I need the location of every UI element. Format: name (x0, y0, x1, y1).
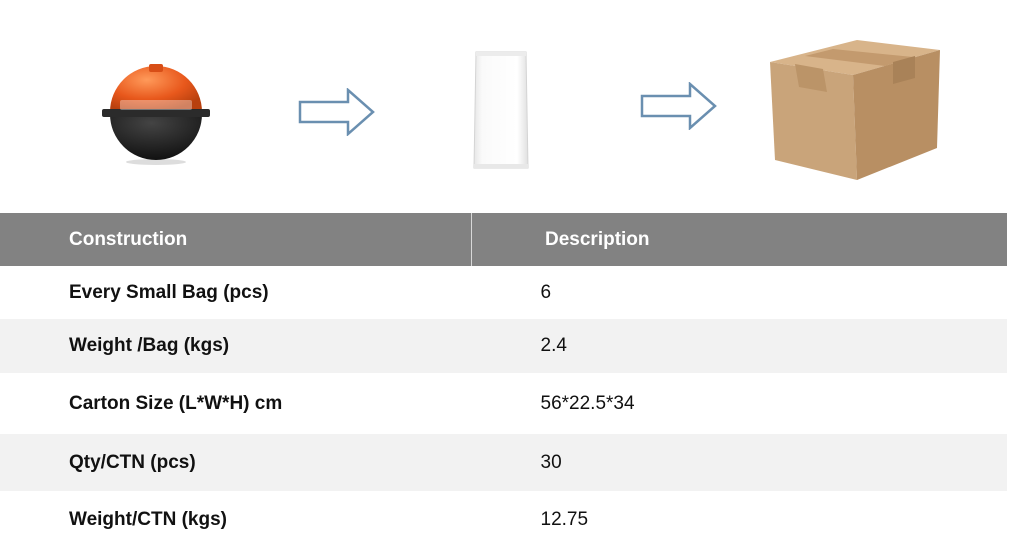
row-label: Weight/CTN (kgs) (69, 509, 227, 530)
row-label: Carton Size (L*W*H) cm (69, 392, 283, 414)
table-header-row: Construction Description (0, 213, 1007, 266)
row-value: 56*22.5*34 (540, 392, 635, 414)
table-row: Every Small Bag (pcs) 6 (0, 266, 1007, 319)
table-row: Carton Size (L*W*H) cm 56*22.5*34 (0, 373, 1007, 434)
packing-spec-table: Construction Description Every Small Bag… (0, 213, 1007, 549)
row-value: 2.4 (540, 335, 567, 356)
plastic-bag-image (473, 51, 529, 169)
table-row: Weight /Bag (kgs) 2.4 (0, 319, 1007, 373)
header-construction: Construction (0, 213, 472, 266)
right-arrow-icon (298, 88, 375, 136)
right-arrow-icon (640, 82, 717, 130)
marker-ball-image (102, 64, 210, 165)
packaging-illustration (0, 0, 1012, 212)
row-label: Weight /Bag (kgs) (69, 335, 230, 356)
table-row: Weight/CTN (kgs) 12.75 (0, 491, 1007, 549)
row-label: Every Small Bag (pcs) (69, 281, 269, 303)
row-label: Qty/CTN (pcs) (69, 451, 196, 473)
header-description: Description (545, 228, 650, 250)
row-value: 12.75 (540, 509, 589, 530)
table-row: Qty/CTN (pcs) 30 (0, 434, 1007, 491)
row-value: 30 (540, 451, 562, 473)
row-value: 6 (540, 281, 552, 303)
carton-box-image (770, 40, 940, 180)
